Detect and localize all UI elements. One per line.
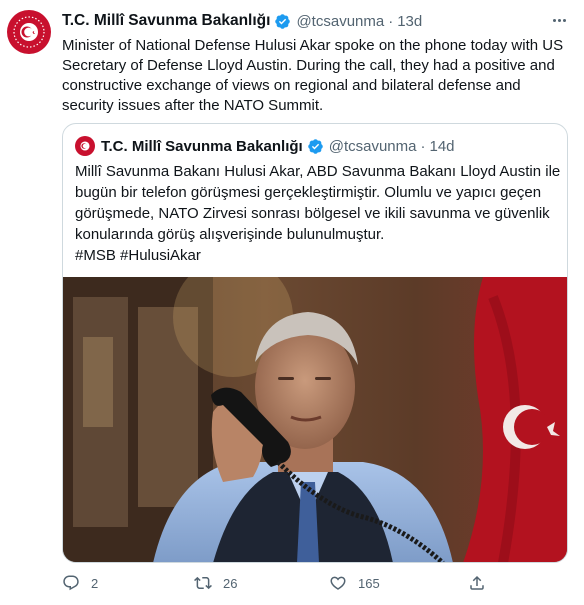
separator-dot: · (420, 137, 426, 155)
separator-dot: · (388, 12, 394, 30)
reply-count: 2 (91, 575, 99, 591)
quote-author-name[interactable]: T.C. Millî Savunma Bakanlığı (101, 138, 303, 155)
more-options-icon[interactable] (548, 10, 570, 30)
like-count: 165 (358, 575, 380, 591)
quote-header: T.C. Millî Savunma Bakanlığı @tcsavunma … (101, 136, 455, 156)
quote-hashtags[interactable]: #MSB #HulusiAkar (75, 247, 201, 264)
tweet-actions: 2 26 165 (62, 572, 532, 594)
heart-icon (330, 576, 346, 590)
share-icon (470, 575, 484, 590)
tweet-header: T.C. Millî Savunma Bakanlığı @tcsavunma … (62, 11, 422, 31)
tweet-text: Minister of National Defense Hulusi Akar… (62, 37, 564, 114)
tweet-photo[interactable] (63, 277, 567, 562)
verified-badge-icon (274, 13, 291, 30)
retweet-button[interactable]: 26 (194, 572, 237, 594)
ministry-emblem-icon (8, 11, 50, 53)
ministry-emblem-icon (75, 136, 95, 156)
retweet-count: 26 (223, 575, 238, 591)
reply-button[interactable]: 2 (62, 572, 98, 594)
author-handle[interactable]: @tcsavunma (296, 13, 384, 30)
quote-avatar[interactable] (75, 136, 95, 156)
quote-body: Millî Savunma Bakanı Hulusi Akar, ABD Sa… (75, 163, 561, 243)
verified-badge-icon (307, 138, 324, 155)
tweet-timestamp[interactable]: 13d (397, 13, 422, 30)
like-button[interactable]: 165 (329, 572, 380, 594)
quote-timestamp[interactable]: 14d (429, 138, 454, 155)
avatar[interactable] (7, 10, 51, 54)
quoted-tweet[interactable]: T.C. Millî Savunma Bakanlığı @tcsavunma … (62, 123, 568, 563)
share-button[interactable] (468, 572, 486, 594)
retweet-icon (194, 576, 212, 590)
reply-icon (63, 575, 79, 591)
quote-author-handle[interactable]: @tcsavunma (329, 138, 417, 155)
author-name[interactable]: T.C. Millî Savunma Bakanlığı (62, 12, 270, 30)
tweet[interactable]: T.C. Millî Savunma Bakanlığı @tcsavunma … (0, 0, 584, 605)
phone-call-photo (63, 277, 567, 562)
quote-text: Millî Savunma Bakanı Hulusi Akar, ABD Sa… (75, 161, 561, 266)
